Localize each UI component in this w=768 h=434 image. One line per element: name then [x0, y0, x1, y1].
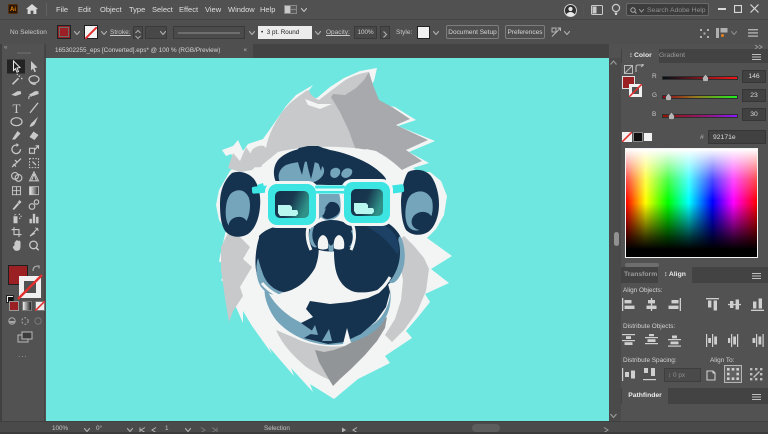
svg-text:T: T: [13, 101, 21, 116]
